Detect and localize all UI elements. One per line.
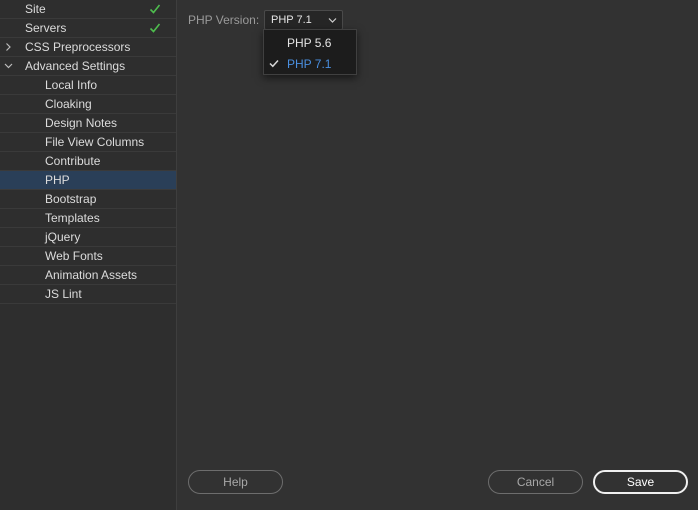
sidebar: Site Servers CSS Preprocessors Advanced … bbox=[0, 0, 177, 510]
chevron-right-icon[interactable] bbox=[4, 42, 13, 52]
php-version-value: PHP 7.1 bbox=[271, 14, 312, 26]
sidebar-item-label: Advanced Settings bbox=[25, 59, 126, 73]
sidebar-item-label: Web Fonts bbox=[45, 249, 103, 263]
checkmark-icon bbox=[149, 23, 161, 33]
sidebar-item-servers[interactable]: Servers bbox=[0, 19, 176, 38]
sidebar-item-label: Contribute bbox=[45, 154, 101, 168]
sidebar-item-label: Site bbox=[25, 2, 46, 16]
sidebar-item-label: Templates bbox=[45, 211, 100, 225]
sidebar-item-advanced-settings[interactable]: Advanced Settings bbox=[0, 57, 176, 76]
dropdown-option-php-5-6[interactable]: PHP 5.6 bbox=[264, 32, 356, 53]
sidebar-item-label: PHP bbox=[45, 173, 70, 187]
sidebar-item-local-info[interactable]: Local Info bbox=[0, 76, 176, 95]
php-version-dropdown: PHP 5.6 PHP 7.1 bbox=[263, 29, 357, 75]
sidebar-item-label: jQuery bbox=[45, 230, 81, 244]
php-version-select[interactable]: PHP 7.1 bbox=[264, 10, 343, 30]
chevron-down-icon bbox=[328, 18, 337, 23]
sidebar-item-label: Cloaking bbox=[45, 97, 92, 111]
sidebar-item-animation-assets[interactable]: Animation Assets bbox=[0, 266, 176, 285]
sidebar-item-site[interactable]: Site bbox=[0, 0, 176, 19]
checkmark-icon bbox=[269, 59, 279, 68]
sidebar-item-design-notes[interactable]: Design Notes bbox=[0, 114, 176, 133]
sidebar-item-jquery[interactable]: jQuery bbox=[0, 228, 176, 247]
sidebar-item-css-preprocessors[interactable]: CSS Preprocessors bbox=[0, 38, 176, 57]
sidebar-item-label: CSS Preprocessors bbox=[25, 40, 131, 54]
sidebar-item-js-lint[interactable]: JS Lint bbox=[0, 285, 176, 304]
help-button[interactable]: Help bbox=[188, 470, 283, 494]
chevron-down-icon[interactable] bbox=[4, 61, 13, 71]
sidebar-item-label: Bootstrap bbox=[45, 192, 97, 206]
sidebar-item-bootstrap[interactable]: Bootstrap bbox=[0, 190, 176, 209]
dropdown-option-label: PHP 5.6 bbox=[287, 36, 332, 50]
sidebar-item-templates[interactable]: Templates bbox=[0, 209, 176, 228]
sidebar-item-contribute[interactable]: Contribute bbox=[0, 152, 176, 171]
sidebar-item-php[interactable]: PHP bbox=[0, 171, 176, 190]
sidebar-item-web-fonts[interactable]: Web Fonts bbox=[0, 247, 176, 266]
php-version-label: PHP Version: bbox=[188, 13, 260, 27]
sidebar-item-label: Design Notes bbox=[45, 116, 118, 130]
save-button[interactable]: Save bbox=[593, 470, 688, 494]
sidebar-item-label: File View Columns bbox=[45, 135, 145, 149]
sidebar-item-label: JS Lint bbox=[45, 287, 82, 301]
cancel-button[interactable]: Cancel bbox=[488, 470, 583, 494]
checkmark-icon bbox=[149, 4, 161, 14]
sidebar-item-label: Local Info bbox=[45, 78, 98, 92]
sidebar-item-label: Servers bbox=[25, 21, 67, 35]
dropdown-option-label: PHP 7.1 bbox=[287, 57, 332, 71]
dropdown-option-php-7-1[interactable]: PHP 7.1 bbox=[264, 53, 356, 74]
sidebar-item-label: Animation Assets bbox=[45, 268, 138, 282]
site-setup-dialog: Site Servers CSS Preprocessors Advanced … bbox=[0, 0, 698, 510]
sidebar-item-file-view-columns[interactable]: File View Columns bbox=[0, 133, 176, 152]
sidebar-item-cloaking[interactable]: Cloaking bbox=[0, 95, 176, 114]
